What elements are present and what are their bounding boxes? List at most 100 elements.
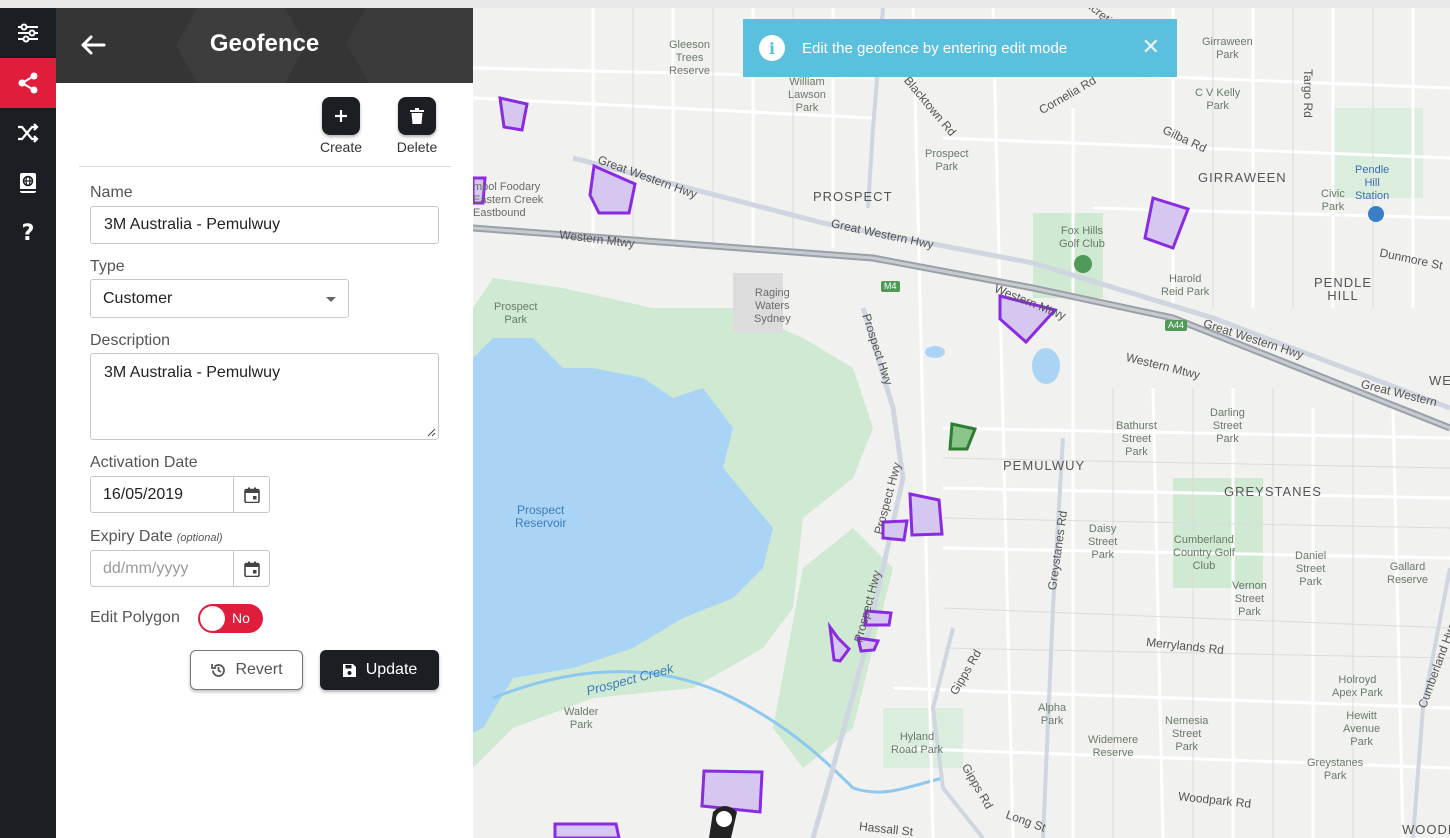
expiry-calendar-button[interactable] <box>233 551 269 586</box>
map-label: WOODPA <box>1402 822 1450 837</box>
delete-button[interactable] <box>398 97 436 135</box>
map-label: Vernon Street Park <box>1232 580 1267 618</box>
rail-item-settings[interactable] <box>0 8 56 58</box>
description-value: 3M Australia - Pemulwuy <box>104 364 281 381</box>
name-value: 3M Australia - Pemulwuy <box>104 216 281 233</box>
top-strip <box>0 0 1450 8</box>
map-label: Daisy Street Park <box>1088 523 1118 561</box>
route-shield: M4 <box>881 281 900 292</box>
share-nodes-icon <box>18 72 38 94</box>
type-value: Customer <box>103 289 173 307</box>
edit-polygon-toggle[interactable]: No <box>198 604 263 633</box>
expiry-date-label: Expiry Date (optional) <box>90 528 223 546</box>
rail-item-help[interactable]: ? <box>0 208 56 258</box>
resize-grip-icon[interactable] <box>426 427 436 437</box>
activation-date-input[interactable]: 16/05/2019 <box>90 476 270 513</box>
create-label: Create <box>319 139 363 155</box>
divider <box>79 166 451 167</box>
map-label: Prospect Park <box>494 301 538 326</box>
optional-hint: (optional) <box>176 532 223 544</box>
description-textarea[interactable]: 3M Australia - Pemulwuy <box>90 353 439 440</box>
map-label: Cumberland Country Golf Club <box>1173 534 1235 572</box>
expiry-date-label-text: Expiry Date <box>90 528 173 545</box>
calendar-icon <box>243 561 260 577</box>
map-label: Greystanes Park <box>1307 757 1364 782</box>
map-label: Prospect Park <box>925 148 969 173</box>
map-label: Alpha Park <box>1038 702 1067 727</box>
delete-label: Delete <box>396 139 438 155</box>
panel-header: Geofence <box>56 8 473 83</box>
update-button[interactable]: Update <box>320 650 439 690</box>
toggle-knob <box>200 606 225 631</box>
map-label: Darling Street Park <box>1210 407 1245 445</box>
map-label: Hewitt Avenue Park <box>1343 710 1381 748</box>
app-root: ? Geofence Create Delete Name 3M Austral… <box>0 0 1450 838</box>
rail-item-atlas[interactable] <box>0 158 56 208</box>
map-label: C V Kelly Park <box>1195 87 1241 112</box>
map-label: Fox Hills Golf Club <box>1059 225 1105 250</box>
edit-polygon-label: Edit Polygon <box>90 609 180 626</box>
road-label: Targo Rd <box>1300 69 1315 118</box>
name-input[interactable]: 3M Australia - Pemulwuy <box>90 206 439 244</box>
map-label: GREYSTANES <box>1224 484 1322 499</box>
close-icon[interactable]: ✕ <box>1142 34 1160 60</box>
map-label: Bathurst Street Park <box>1116 420 1157 458</box>
map-label: mpol Foodary Eastern Creek Eastbound <box>473 181 544 219</box>
icon-rail: ? <box>0 8 56 838</box>
map-label: Daniel Street Park <box>1295 550 1327 588</box>
save-icon <box>342 663 356 677</box>
toggle-state: No <box>232 610 250 626</box>
calendar-icon <box>243 487 260 503</box>
arrow-left-icon <box>81 35 106 55</box>
map-label: PROSPECT <box>813 189 893 204</box>
revert-label: Revert <box>235 661 283 678</box>
map-label: William Lawson Park <box>788 76 826 114</box>
help-icon: ? <box>21 220 35 246</box>
page-title: Geofence <box>209 30 320 57</box>
map-label: Prospect Reservoir <box>515 503 567 530</box>
map-label: Harold Reid Park <box>1161 273 1210 298</box>
activation-calendar-button[interactable] <box>233 477 269 512</box>
history-icon <box>211 663 226 677</box>
map-base <box>473 8 1450 838</box>
back-button[interactable] <box>78 30 108 60</box>
map-label: Raging Waters Sydney <box>754 287 791 325</box>
type-label: Type <box>90 258 125 275</box>
info-icon: i <box>759 35 785 61</box>
route-shield: A44 <box>1165 320 1188 331</box>
activation-date-value: 16/05/2019 <box>103 486 184 503</box>
type-select[interactable]: Customer <box>90 279 349 318</box>
revert-button[interactable]: Revert <box>190 650 303 690</box>
atlas-book-icon <box>20 173 36 193</box>
plus-icon <box>335 110 347 122</box>
map-label: PENDLE HILL <box>1314 275 1373 303</box>
map-label: PEMULWUY <box>1003 458 1086 473</box>
rail-item-geofence[interactable] <box>0 58 56 108</box>
map-label: Hyland Road Park <box>891 731 943 756</box>
map-label: Nemesia Street Park <box>1165 715 1209 753</box>
activation-date-label: Activation Date <box>90 454 198 471</box>
map-label: Holroyd Apex Park <box>1332 674 1383 699</box>
info-toast: i Edit the geofence by entering edit mod… <box>743 19 1177 77</box>
expiry-date-input[interactable]: dd/mm/yyyy <box>90 550 270 587</box>
geofence-panel: Geofence Create Delete Name 3M Australia… <box>56 8 473 838</box>
toast-message: Edit the geofence by entering edit mode <box>802 39 1068 57</box>
map-label: GIRRAWEEN <box>1198 170 1287 185</box>
trash-icon <box>410 108 424 124</box>
shuffle-icon <box>18 123 39 143</box>
map-label: WE <box>1429 373 1450 388</box>
rail-item-routes[interactable] <box>0 108 56 158</box>
map-label: Civic Park <box>1321 188 1345 213</box>
map-label: Gleeson Trees Reserve <box>669 39 710 77</box>
caret-down-icon <box>326 297 336 302</box>
map-label: Girraween Park <box>1202 36 1253 61</box>
description-label: Description <box>90 332 171 349</box>
map-label: Gallard Reserve <box>1387 561 1428 586</box>
map-label: Pendle Hill Station <box>1355 164 1390 202</box>
name-label: Name <box>90 184 133 201</box>
create-button[interactable] <box>322 97 360 135</box>
expiry-date-placeholder: dd/mm/yyyy <box>103 560 189 577</box>
sliders-icon <box>18 23 38 43</box>
update-label: Update <box>365 661 418 678</box>
map-view[interactable]: Gleeson Trees Reserve William Lawson Par… <box>473 8 1450 838</box>
